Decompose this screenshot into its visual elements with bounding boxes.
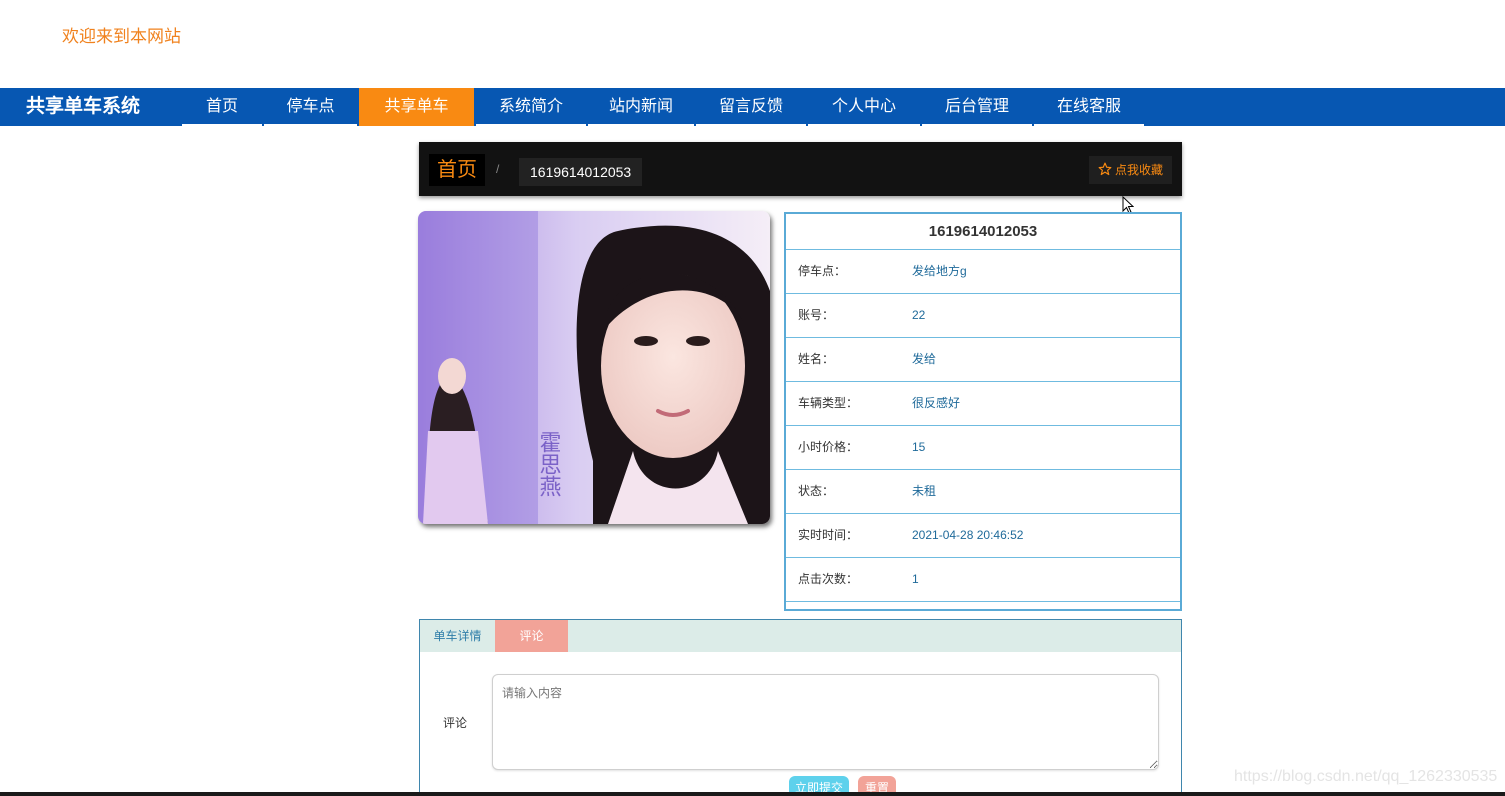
nav-item-about[interactable]: 系统简介 <box>476 88 586 126</box>
detail-value: 15 <box>912 440 926 454</box>
nav-item-home[interactable]: 首页 <box>182 88 262 126</box>
detail-row: 实时时间： 2021-04-28 20:46:52 <box>786 514 1180 558</box>
detail-label: 实时时间： <box>798 528 859 542</box>
bike-detail-panel: 1619614012053 停车点： 发给地方g 账号： 22 姓名： 发给 车… <box>784 212 1182 611</box>
welcome-text: 欢迎来到本网站 <box>62 27 181 46</box>
detail-label: 状态： <box>798 484 835 498</box>
bike-photo: 霍思燕 <box>418 211 770 524</box>
nav-item-support[interactable]: 在线客服 <box>1034 88 1144 126</box>
detail-row: 状态： 未租 <box>786 470 1180 514</box>
star-icon <box>1098 162 1115 177</box>
nav-item-parking[interactable]: 停车点 <box>264 88 357 126</box>
nav-item-shared-bike[interactable]: 共享单车 <box>359 88 474 126</box>
detail-row: 姓名： 发给 <box>786 338 1180 382</box>
detail-value: 22 <box>912 308 926 322</box>
nav-item-profile[interactable]: 个人中心 <box>808 88 920 126</box>
detail-row: 账号： 22 <box>786 294 1180 338</box>
site-brand[interactable]: 共享单车系统 <box>26 88 140 126</box>
detail-row: 停车点： 发给地方g <box>786 250 1180 294</box>
favorite-label: 点我收藏 <box>1114 163 1163 177</box>
breadcrumb-separator: / <box>496 162 500 176</box>
detail-label: 小时价格： <box>798 440 859 454</box>
detail-value: 很反感好 <box>912 396 961 410</box>
breadcrumb-current: 1619614012053 <box>519 158 643 186</box>
tab-header: 单车详情 评论 <box>420 620 1181 652</box>
detail-label: 停车点： <box>798 264 847 278</box>
tab-comment[interactable]: 评论 <box>495 620 568 652</box>
bottom-divider <box>0 792 1505 796</box>
detail-label: 点击次数： <box>798 572 859 586</box>
detail-value: 发给 <box>912 352 937 366</box>
detail-title: 1619614012053 <box>786 214 1180 250</box>
favorite-button[interactable]: 点我收藏 <box>1088 156 1172 184</box>
detail-value: 未租 <box>912 484 937 498</box>
breadcrumb: 首页 / 1619614012053 点我收藏 <box>419 142 1182 196</box>
detail-value: 发给地方g <box>912 264 967 278</box>
detail-row: 车辆类型： 很反感好 <box>786 382 1180 426</box>
detail-label: 车辆类型： <box>798 396 859 410</box>
breadcrumb-home-link[interactable]: 首页 <box>429 154 485 186</box>
detail-value: 2021-04-28 20:46:52 <box>912 528 1024 542</box>
nav-item-admin[interactable]: 后台管理 <box>922 88 1032 126</box>
tab-panel: 单车详情 评论 评论 立即提交 重置 <box>419 619 1182 796</box>
detail-label: 账号： <box>798 308 835 322</box>
detail-row: 小时价格： 15 <box>786 426 1180 470</box>
detail-row: 点击次数： 1 <box>786 558 1180 602</box>
nav-item-feedback[interactable]: 留言反馈 <box>696 88 806 126</box>
nav-item-news[interactable]: 站内新闻 <box>588 88 694 126</box>
detail-label: 姓名： <box>798 352 835 366</box>
comment-label: 评论 <box>443 716 468 730</box>
photo-overlay-text: 霍思燕 <box>536 431 562 497</box>
comment-input[interactable] <box>492 674 1159 770</box>
watermark: https://blog.csdn.net/qq_1262330535 <box>1234 768 1498 785</box>
top-navbar: 共享单车系统 首页 停车点 共享单车 系统简介 站内新闻 留言反馈 个人中心 后… <box>0 88 1505 126</box>
tab-bike-detail[interactable]: 单车详情 <box>420 620 495 652</box>
detail-value: 1 <box>912 572 919 586</box>
